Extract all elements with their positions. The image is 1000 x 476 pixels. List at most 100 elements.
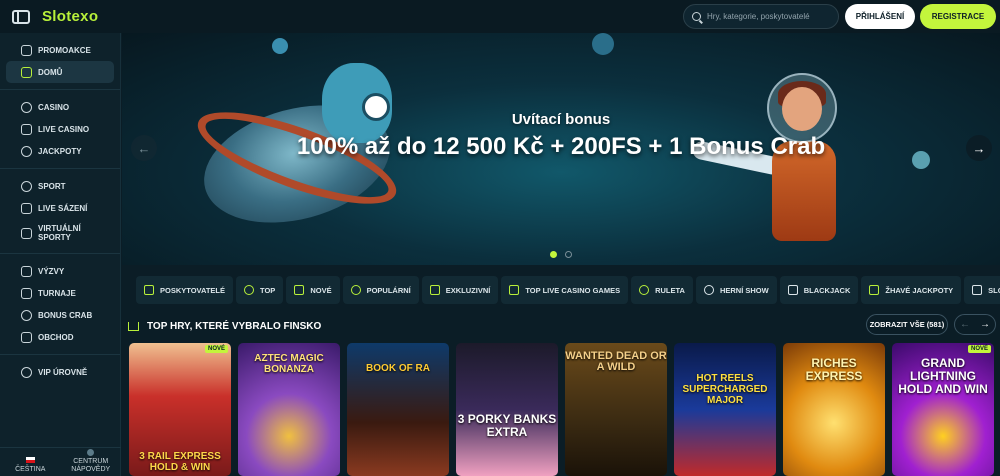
sidebar-item-label: SPORT [38,181,66,191]
category-label: TOP [260,285,276,295]
category-zhave-jackpoty[interactable]: ŽHAVÉ JACKPOTY [861,276,962,304]
sidebar-item-label: VÝZVY [38,266,65,276]
game-title: GRAND LIGHTNING HOLD AND WIN [898,356,988,396]
arrow-left-icon[interactable]: ← [960,319,970,330]
sidebar-item-vyzvy[interactable]: VÝZVY [6,260,114,282]
arrow-left-icon: ← [137,140,151,156]
sidebar-item-live-sazeni[interactable]: LIVE SÁZENÍ [6,197,114,219]
games-pager: ← → [954,314,996,335]
category-top[interactable]: TOP [236,276,284,304]
crown-icon [128,321,139,331]
sidebar-item-label: LIVE CASINO [38,124,90,134]
live-bet-icon [21,202,32,214]
game-tile[interactable]: WANTED DEAD OR A WILD [565,343,667,476]
game-tile[interactable]: RICHES EXPRESS [783,343,885,476]
shop-icon [21,331,32,343]
category-exkluzivni[interactable]: EXKLUZIVNÍ [421,276,499,304]
category-poskytovatele[interactable]: POSKYTOVATELÉ [136,276,234,304]
game-title: BOOK OF RA [366,363,430,374]
hero-subtitle: Uvítací bonus [511,111,611,128]
game-title: WANTED DEAD OR A WILD [565,350,667,373]
wheel-icon [703,285,714,295]
carousel-dots [550,251,572,258]
hero-next-button[interactable]: → [966,135,992,161]
spade-icon [787,285,798,295]
sidebar-group-sport: SPORT LIVE SÁZENÍ VIRTUÁLNÍ SPORTY [0,169,120,254]
language-selector[interactable]: ČEŠTINA [0,448,61,476]
sidebar-item-domu[interactable]: DOMŮ [6,61,114,83]
section-title: TOP HRY, KTERÉ VYBRALO FINSKO [147,320,322,332]
hero-banner[interactable]: Uvítací bonus 100% až do 12 500 Kč + 200… [122,33,1000,265]
category-popularni[interactable]: POPULÁRNÍ [342,276,419,304]
live-icon [21,123,32,135]
star-icon [509,285,520,295]
game-tile[interactable]: NOVÉ GRAND LIGHTNING HOLD AND WIN [892,343,994,476]
sidebar-item-jackpoty[interactable]: JACKPOTY [6,140,114,162]
search-icon [692,12,701,21]
ball-icon [21,180,32,192]
crab-icon [21,309,32,321]
category-blackjack[interactable]: BLACKJACK [779,276,859,304]
virtual-icon [21,227,32,239]
sidebar-group-vip: VIP ÚROVNĚ [0,355,120,389]
game-title: 3 RAIL EXPRESS HOLD & WIN [139,451,221,473]
hero-prev-button[interactable]: ← [131,135,157,161]
sidebar-footer: ČEŠTINA CENTRUM NÁPOVĚDY [0,447,121,476]
hero-title: 100% až do 12 500 Kč + 200FS + 1 Bonus C… [296,133,826,160]
sidebar-item-label: LIVE SÁZENÍ [38,203,88,213]
category-label: ŽHAVÉ JACKPOTY [885,285,954,295]
game-tile[interactable]: BOOK OF RA [347,343,449,476]
category-nove[interactable]: NOVÉ [286,276,340,304]
vip-icon [21,366,32,378]
category-label: RULETA [655,285,685,295]
help-center-link[interactable]: CENTRUM NÁPOVĚDY [61,448,122,476]
show-all-button[interactable]: ZOBRAZIT VŠE (581) [866,314,948,335]
language-label: ČEŠTINA [15,466,46,473]
rocket-icon [294,285,305,295]
top-icon [244,285,255,295]
category-ruleta[interactable]: RULETA [631,276,693,304]
game-tile[interactable]: HOT REELS SUPERCHARGED MAJOR [674,343,776,476]
category-label: SLOTY [988,285,1000,295]
sidebar-item-sport[interactable]: SPORT [6,175,114,197]
category-top-live-casino-games[interactable]: TOP LIVE CASINO GAMES [501,276,629,304]
casino-chip-icon [21,101,32,113]
carousel-dot[interactable] [565,251,572,258]
category-label: POSKYTOVATELÉ [160,285,226,295]
planet-decor [272,38,288,54]
sidebar-item-turnaje[interactable]: TURNAJE [6,282,114,304]
sidebar-item-promoakce[interactable]: PROMOAKCE [6,39,114,61]
sidebar-group-promo: PROMOAKCE DOMŮ [0,33,120,90]
sidebar-toggle-icon[interactable] [12,9,30,24]
game-title: AZTEC MAGIC BONANZA [254,353,324,375]
game-tile[interactable]: 3 PORKY BANKS EXTRA [456,343,558,476]
category-herni-show[interactable]: HERNÍ SHOW [695,276,777,304]
sidebar-item-vip[interactable]: VIP ÚROVNĚ [6,361,114,383]
sidebar-item-label: BONUS CRAB [38,310,93,320]
sidebar-item-label: VIRTUÁLNÍ SPORTY [38,224,81,242]
logo[interactable]: Slotexo [42,8,98,25]
slot-icon [972,285,983,295]
arrow-right-icon[interactable]: → [980,319,990,330]
category-sloty[interactable]: SLOTY [964,276,1000,304]
sidebar-item-casino[interactable]: CASINO [6,96,114,118]
sidebar-item-bonus-crab[interactable]: BONUS CRAB [6,304,114,326]
sidebar-item-live-casino[interactable]: LIVE CASINO [6,118,114,140]
sidebar-item-obchod[interactable]: OBCHOD [6,326,114,348]
sidebar-item-label: PROMOAKCE [38,45,91,55]
sidebar-item-label: DOMŮ [38,67,63,77]
category-label: HERNÍ SHOW [719,285,769,295]
category-label: TOP LIVE CASINO GAMES [525,285,621,295]
sidebar-item-virtualni-sporty[interactable]: VIRTUÁLNÍ SPORTY [6,219,114,247]
sidebar-item-label: VIP ÚROVNĚ [38,367,88,377]
carousel-dot[interactable] [550,251,557,258]
register-button[interactable]: REGISTRACE [920,4,996,29]
search-input[interactable]: Hry, kategorie, poskytovatelé [683,4,839,29]
game-tile[interactable]: NOVÉ 3 RAIL EXPRESS HOLD & WIN [129,343,231,476]
game-title: RICHES EXPRESS [805,356,863,383]
roulette-icon [639,285,650,295]
category-label: POPULÁRNÍ [366,285,411,295]
category-label: BLACKJACK [803,285,851,295]
game-tile[interactable]: AZTEC MAGIC BONANZA [238,343,340,476]
login-button[interactable]: PŘIHLÁŠENÍ [845,4,915,29]
